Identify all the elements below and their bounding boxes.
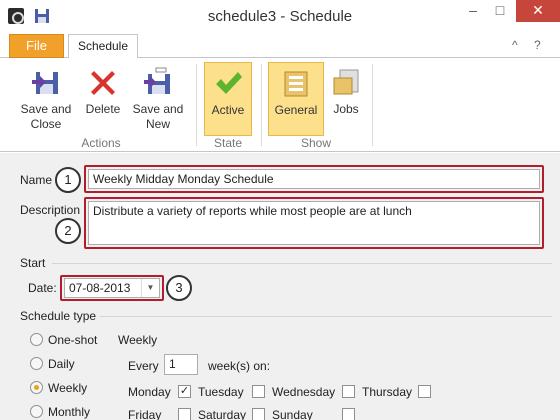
schedule-type-label: Schedule type: [20, 309, 97, 323]
callout-2: 2: [55, 218, 81, 244]
radio-label-monthly: Monthly: [48, 405, 91, 419]
group-label-state: State: [213, 136, 243, 150]
ribbon-separator: [261, 64, 262, 146]
ribbon-separator: [196, 64, 197, 146]
start-label: Start: [20, 256, 46, 270]
collapse-ribbon-icon[interactable]: ^: [512, 38, 518, 52]
title-bar: schedule3 - Schedule – □ ✕: [0, 0, 560, 32]
date-label: Date:: [28, 281, 57, 295]
day-label-wednesday: Wednesday: [272, 385, 336, 399]
jobs-icon: [333, 69, 359, 95]
radio-daily[interactable]: [30, 357, 43, 370]
checkbox-thursday[interactable]: [418, 385, 431, 398]
day-label-thursday: Thursday: [362, 385, 413, 399]
save-close-icon: [32, 72, 58, 94]
minimize-button[interactable]: –: [460, 0, 486, 22]
day-label-tuesday: Tuesday: [198, 385, 244, 399]
weeks-on-label: week(s) on:: [208, 359, 271, 373]
save-new-icon: [144, 67, 170, 94]
checkbox-tuesday[interactable]: [252, 385, 265, 398]
date-picker[interactable]: 07-08-2013 ▼: [64, 278, 160, 298]
radio-monthly[interactable]: [30, 405, 43, 418]
name-label: Name: [20, 173, 53, 187]
day-label-monday: Monday: [128, 385, 171, 399]
checkbox-friday[interactable]: [178, 408, 191, 420]
day-label-saturday: Saturday: [198, 408, 247, 420]
every-input[interactable]: 1: [164, 354, 198, 375]
checkmark-icon: [216, 72, 242, 94]
general-button[interactable]: General: [268, 62, 324, 136]
checkbox-sunday[interactable]: [342, 408, 355, 420]
ribbon-separator: [372, 64, 373, 146]
delete-label: Delete: [85, 102, 121, 116]
active-label: Active: [211, 103, 245, 117]
save-close-label: Save and Close: [20, 102, 72, 131]
close-button[interactable]: ✕: [516, 0, 560, 22]
callout-3: 3: [166, 275, 192, 301]
schedule-form: Name Weekly Midday Monday Schedule 1 Des…: [0, 153, 560, 420]
jobs-button[interactable]: Jobs: [328, 62, 364, 136]
every-label: Every: [128, 359, 159, 373]
radio-label-weekly: Weekly: [48, 381, 88, 395]
help-icon[interactable]: ?: [534, 38, 541, 52]
section-divider: [100, 316, 552, 317]
save-and-new-button[interactable]: Save and New: [130, 62, 186, 136]
ribbon-tabs: File Schedule ^ ?: [0, 32, 560, 59]
ribbon: Save and Close Delete Save and New Actio…: [0, 58, 560, 152]
day-label-sunday: Sunday: [272, 408, 313, 420]
group-label-actions: Actions: [81, 136, 121, 150]
callout-1: 1: [55, 167, 81, 193]
delete-icon: [91, 71, 115, 95]
checkbox-saturday[interactable]: [252, 408, 265, 420]
day-label-friday: Friday: [128, 408, 162, 420]
tab-schedule[interactable]: Schedule: [68, 34, 138, 59]
name-field[interactable]: Weekly Midday Monday Schedule: [88, 169, 540, 189]
description-field[interactable]: Distribute a variety of reports while mo…: [88, 201, 540, 245]
checkbox-monday[interactable]: ✓: [178, 385, 191, 398]
checkbox-wednesday[interactable]: [342, 385, 355, 398]
radio-label-one-shot: One-shot: [48, 333, 98, 347]
save-new-label: Save and New: [132, 102, 184, 131]
delete-button[interactable]: Delete: [80, 62, 126, 136]
weekly-title: Weekly: [118, 333, 158, 347]
general-label: General: [274, 103, 318, 117]
radio-weekly[interactable]: [30, 381, 43, 394]
group-label-show: Show: [300, 136, 332, 150]
tab-file[interactable]: File: [9, 34, 64, 58]
active-toggle[interactable]: Active: [204, 62, 252, 136]
radio-one-shot[interactable]: [30, 333, 43, 346]
general-icon: [284, 71, 308, 97]
maximize-button[interactable]: □: [487, 0, 513, 22]
section-divider: [52, 263, 552, 264]
jobs-label: Jobs: [333, 102, 359, 116]
chevron-down-icon[interactable]: ▼: [141, 279, 159, 297]
description-label: Description: [20, 203, 81, 217]
save-and-close-button[interactable]: Save and Close: [16, 62, 76, 136]
radio-label-daily: Daily: [48, 357, 75, 371]
date-value: 07-08-2013: [69, 281, 131, 295]
